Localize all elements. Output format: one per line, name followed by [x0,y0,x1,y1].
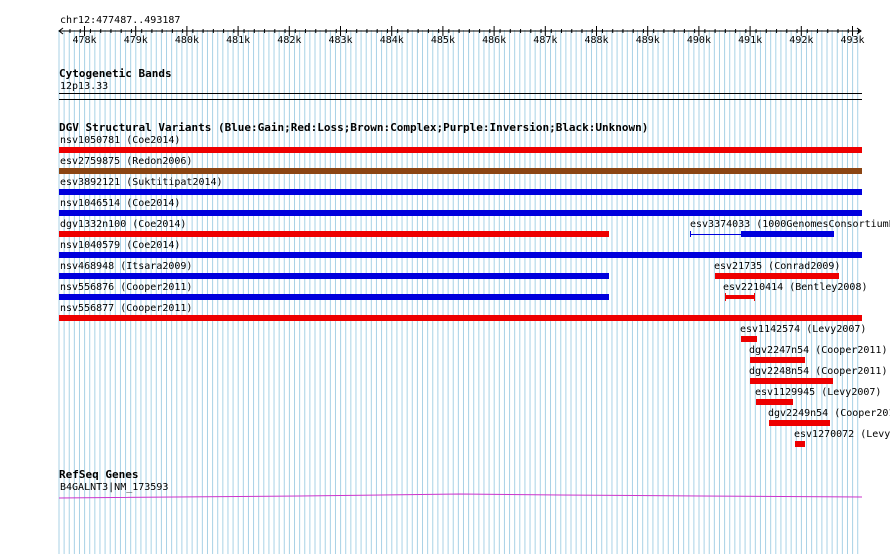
dgv-feature-label[interactable]: nsv556877 (Cooper2011) [60,303,192,314]
dgv-feature-label[interactable]: nsv556876 (Cooper2011) [60,282,192,293]
dgv-feature-bar[interactable] [725,295,755,299]
dgv-feature-bar[interactable] [59,168,862,174]
refseq-gene-line[interactable] [0,490,890,500]
dgv-feature-label[interactable]: dgv1332n100 (Coe2014) [60,219,186,230]
refseq-track-title[interactable]: RefSeq Genes [59,469,138,481]
dgv-feature-bar[interactable] [750,378,833,384]
dgv-feature-bar[interactable] [59,252,862,258]
dgv-feature-bar[interactable] [750,357,805,363]
dgv-feature-label[interactable]: nsv1040579 (Coe2014) [60,240,180,251]
dgv-feature-bar[interactable] [715,273,839,279]
ruler-tick-label: 478k [72,35,97,46]
cytoband-track-title[interactable]: Cytogenetic Bands [59,68,172,80]
ruler-tick-label: 491k [738,35,763,46]
ruler-tick-label: 481k [226,35,251,46]
dgv-feature-bar[interactable] [59,231,609,237]
dgv-feature-label[interactable]: esv21735 (Conrad2009) [714,261,840,272]
dgv-feature-connector [690,234,741,235]
dgv-feature-bar[interactable] [59,147,862,153]
dgv-feature-bar[interactable] [59,210,862,216]
ruler-tick-label: 484k [379,35,404,46]
ruler-tick-label: 489k [635,35,660,46]
cytoband-label: 12p13.33 [60,81,109,92]
cytoband-line-bottom [59,99,862,100]
dgv-feature-label[interactable]: esv2210414 (Bentley2008) [723,282,868,293]
genome-browser: chr12:477487..493187 478k 479k 480k 481k 482… [0,0,890,554]
dgv-feature-label[interactable]: nsv1046514 (Coe2014) [60,198,180,209]
dgv-feature-bar[interactable] [756,399,793,405]
dgv-track-title[interactable]: DGV Structural Variants (Blue:Gain;Red:L… [59,122,648,134]
dgv-feature-label[interactable]: esv1129945 (Levy2007) [755,387,881,398]
dgv-feature-bar[interactable] [795,441,805,447]
dgv-feature-bar[interactable] [59,294,609,300]
dgv-feature-bar[interactable] [59,315,862,321]
refseq-gene-path[interactable] [58,493,863,499]
ruler-tick-label: 480k [174,35,199,46]
cytoband-line-top [59,93,862,94]
ruler-tick-label: 482k [277,35,302,46]
dgv-feature-label[interactable]: esv3374033 (1000GenomesConsortiumP [690,219,890,230]
ruler-tick-label: 493k [840,35,865,46]
dgv-feature-label[interactable]: dgv2248n54 (Cooper2011) [749,366,887,377]
dgv-feature-label[interactable]: esv1142574 (Levy2007) [740,324,866,335]
dgv-feature-label[interactable]: dgv2249n54 (Cooper201 [768,408,890,419]
dgv-feature-bar[interactable] [59,273,609,279]
ruler-tick-label: 479k [123,35,148,46]
dgv-feature-label[interactable]: esv3892121 (Suktitipat2014) [60,177,223,188]
dgv-feature-label[interactable]: nsv468948 (Itsara2009) [60,261,192,272]
dgv-feature-bar[interactable] [741,336,757,342]
ruler-position-label: chr12:477487..493187 [60,15,181,26]
ruler-tick-label: 483k [328,35,353,46]
ruler-tick-label: 485k [430,35,455,46]
dgv-feature-bar[interactable] [741,231,834,237]
dgv-feature-label[interactable]: dgv2247n54 (Cooper2011) [749,345,887,356]
ruler-tick-label: 490k [686,35,711,46]
ruler-tick-label: 488k [584,35,609,46]
dgv-feature-bar[interactable] [59,189,862,195]
dgv-feature-bar[interactable] [769,420,830,426]
dgv-feature-label[interactable]: esv1270072 (Levy [794,429,890,440]
dgv-feature-label[interactable]: esv2759875 (Redon2006) [60,156,192,167]
dgv-feature-endcap [690,231,691,237]
ruler-tick-label: 486k [482,35,507,46]
ruler-tick-label: 492k [789,35,814,46]
dgv-feature-label[interactable]: nsv1050781 (Coe2014) [60,135,180,146]
ruler-tick-label: 487k [533,35,558,46]
